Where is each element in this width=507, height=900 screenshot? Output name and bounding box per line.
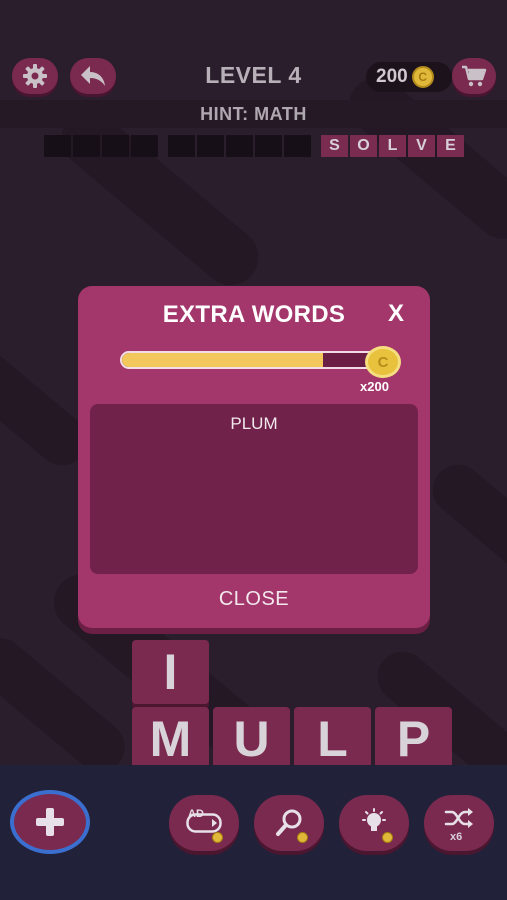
progress-fill bbox=[122, 353, 324, 367]
coin-icon: C bbox=[365, 346, 401, 378]
coin-cost-dot bbox=[382, 832, 393, 843]
extra-words-progress-bar bbox=[120, 351, 382, 369]
reward-amount: x200 bbox=[360, 379, 389, 394]
list-item: PLUM bbox=[230, 414, 278, 433]
plus-icon bbox=[33, 805, 67, 839]
close-button[interactable]: CLOSE bbox=[78, 588, 430, 611]
shuffle-count: x6 bbox=[450, 831, 463, 843]
hint-button[interactable] bbox=[339, 795, 409, 851]
coin-cost-dot bbox=[297, 832, 308, 843]
add-coins-button[interactable] bbox=[10, 790, 90, 854]
shuffle-button[interactable]: x6 bbox=[424, 795, 494, 851]
dialog-title: EXTRA WORDS bbox=[162, 301, 346, 328]
shuffle-icon bbox=[444, 807, 474, 829]
ad-label: AD bbox=[188, 808, 204, 820]
coin-cost-dot bbox=[212, 832, 223, 843]
extra-words-list: PLUM bbox=[90, 404, 418, 574]
close-icon[interactable]: X bbox=[384, 300, 408, 328]
watch-ad-button[interactable]: AD bbox=[169, 795, 239, 851]
reveal-letter-button[interactable] bbox=[254, 795, 324, 851]
extra-words-dialog: EXTRA WORDS X C x200 PLUM CLOSE bbox=[78, 286, 430, 628]
